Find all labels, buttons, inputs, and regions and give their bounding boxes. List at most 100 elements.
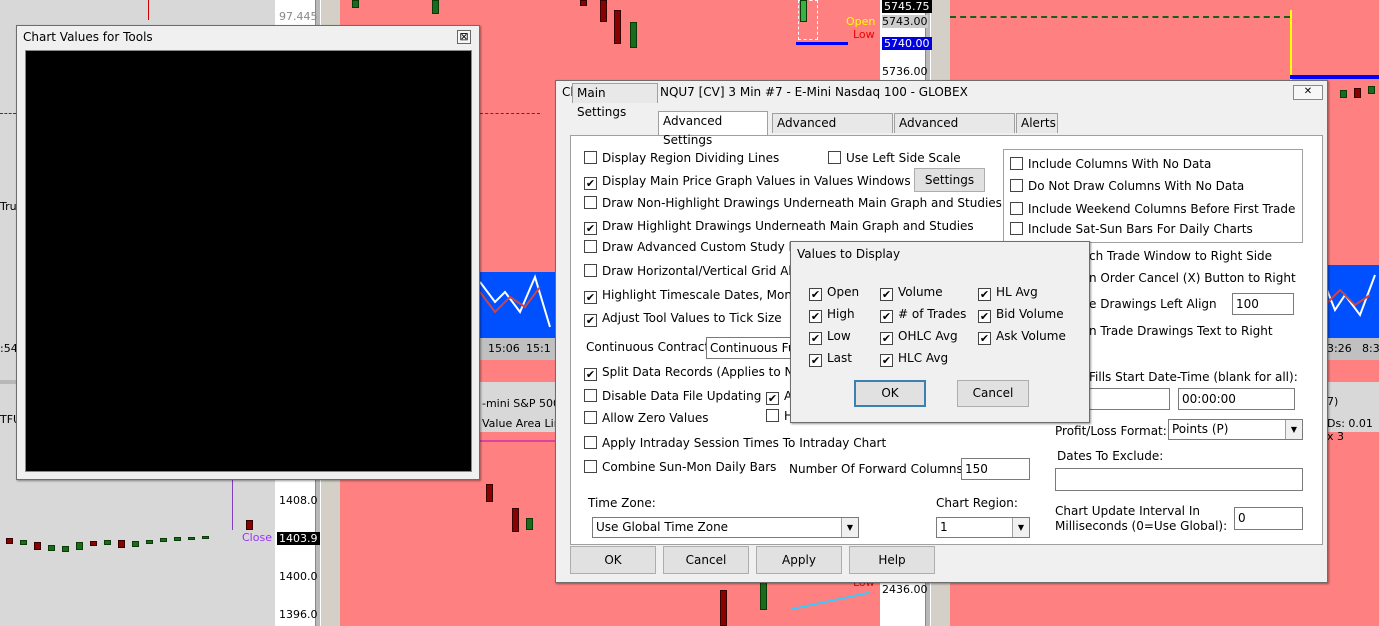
check-icon[interactable]: ✔ bbox=[880, 354, 893, 367]
value-num-trades-checkbox[interactable]: ✔ # of Trades bbox=[880, 306, 966, 323]
allow-zero-values-checkbox[interactable]: Allow Zero Values bbox=[584, 410, 708, 426]
display-main-price-graph-values-checkbox[interactable]: ✔ Display Main Price Graph Values in Valu… bbox=[584, 173, 911, 190]
draw-non-highlight-checkbox[interactable]: Draw Non-Highlight Drawings Underneath M… bbox=[584, 195, 1002, 211]
apply-intraday-session-checkbox[interactable]: Apply Intraday Session Times To Intraday… bbox=[584, 435, 886, 451]
candle bbox=[1354, 88, 1361, 98]
chevron-down-icon[interactable]: ▼ bbox=[841, 518, 858, 537]
checkbox-box[interactable] bbox=[584, 264, 597, 277]
draw-advanced-custom-checkbox[interactable]: Draw Advanced Custom Study Draw bbox=[584, 239, 820, 255]
value-volume-checkbox[interactable]: ✔ Volume bbox=[880, 284, 943, 301]
check-icon[interactable]: ✔ bbox=[978, 310, 991, 323]
check-icon[interactable]: ✔ bbox=[584, 291, 597, 304]
value-low-checkbox[interactable]: ✔ Low bbox=[809, 328, 851, 345]
check-icon[interactable]: ✔ bbox=[809, 354, 822, 367]
include-weekend-columns-checkbox[interactable]: Include Weekend Columns Before First Tra… bbox=[1010, 201, 1295, 217]
ok-button[interactable]: OK bbox=[570, 546, 656, 574]
check-icon[interactable]: ✔ bbox=[809, 332, 822, 345]
chart-values-window[interactable]: Chart Values for Tools ⊠ bbox=[16, 25, 480, 480]
check-icon[interactable]: ✔ bbox=[584, 314, 597, 327]
checkbox-box[interactable] bbox=[584, 240, 597, 253]
check-icon[interactable]: ✔ bbox=[766, 392, 779, 405]
candle bbox=[48, 545, 55, 551]
include-sat-sun-checkbox[interactable]: Include Sat-Sun Bars For Daily Charts bbox=[1010, 221, 1253, 237]
checkbox-box[interactable] bbox=[584, 389, 597, 402]
time-zone-label: Time Zone: bbox=[588, 496, 656, 510]
value-bid-volume-checkbox[interactable]: ✔ Bid Volume bbox=[978, 306, 1064, 323]
check-icon[interactable]: ✔ bbox=[880, 288, 893, 301]
check-icon[interactable]: ✔ bbox=[584, 222, 597, 235]
values-to-display-dialog[interactable]: Values to Display ✔ Open ✔ High ✔ Low ✔ Last… bbox=[790, 241, 1090, 423]
forward-columns-input[interactable]: 150 bbox=[961, 458, 1030, 480]
a-partial-checkbox[interactable]: ✔ A bbox=[766, 388, 792, 405]
profit-loss-select[interactable]: Points (P) ▼ bbox=[1168, 419, 1303, 440]
check-icon[interactable]: ✔ bbox=[978, 288, 991, 301]
combine-sun-mon-checkbox[interactable]: Combine Sun-Mon Daily Bars bbox=[584, 459, 776, 475]
checkbox-box[interactable] bbox=[584, 436, 597, 449]
adjust-tool-values-checkbox[interactable]: ✔ Adjust Tool Values to Tick Size bbox=[584, 310, 782, 327]
do-not-draw-columns-checkbox[interactable]: Do Not Draw Columns With No Data bbox=[1010, 178, 1244, 194]
tab-main-settings[interactable]: Main Settings bbox=[572, 83, 658, 119]
fills-start-time-input[interactable]: 00:00:00 bbox=[1178, 388, 1295, 410]
drawings-left-align-input[interactable]: 100 bbox=[1232, 293, 1294, 315]
update-interval-input[interactable]: 0 bbox=[1234, 507, 1303, 530]
check-icon[interactable]: ✔ bbox=[584, 177, 597, 190]
value-hlc-avg-checkbox[interactable]: ✔ HLC Avg bbox=[880, 350, 948, 367]
checkbox-box[interactable] bbox=[584, 151, 597, 164]
checkbox-box[interactable] bbox=[1010, 157, 1023, 170]
chart-values-title: Chart Values for Tools bbox=[23, 30, 153, 44]
check-icon[interactable]: ✔ bbox=[880, 310, 893, 323]
help-button[interactable]: Help bbox=[849, 546, 935, 574]
value-high-checkbox[interactable]: ✔ High bbox=[809, 306, 855, 323]
tab-advanced-settings-3[interactable]: Advanced Settings 3 bbox=[894, 113, 1015, 149]
checkbox-box[interactable] bbox=[766, 409, 779, 422]
checkbox-box[interactable] bbox=[828, 151, 841, 164]
values-cancel-button[interactable]: Cancel bbox=[957, 380, 1029, 407]
dates-to-exclude-input[interactable] bbox=[1055, 468, 1303, 491]
check-icon[interactable]: ✔ bbox=[809, 310, 822, 323]
value-open-checkbox[interactable]: ✔ Open bbox=[809, 284, 859, 301]
chart-values-titlebar[interactable]: Chart Values for Tools bbox=[17, 26, 479, 48]
check-icon[interactable]: ✔ bbox=[880, 332, 893, 345]
checkbox-box[interactable] bbox=[584, 460, 597, 473]
value-ask-volume-checkbox[interactable]: ✔ Ask Volume bbox=[978, 328, 1066, 345]
highlight-timescale-checkbox[interactable]: ✔ Highlight Timescale Dates, Months bbox=[584, 287, 811, 304]
fills-start-date-input[interactable] bbox=[1089, 388, 1170, 410]
draw-highlight-checkbox[interactable]: ✔ Draw Highlight Drawings Underneath Main… bbox=[584, 218, 974, 235]
use-left-side-scale-checkbox[interactable]: Use Left Side Scale bbox=[828, 150, 961, 166]
chevron-down-icon[interactable]: ▼ bbox=[1285, 420, 1302, 439]
checkbox-box[interactable] bbox=[1010, 222, 1023, 235]
value-hl-avg-checkbox[interactable]: ✔ HL Avg bbox=[978, 284, 1038, 301]
tab-alerts[interactable]: Alerts bbox=[1016, 113, 1058, 133]
chart-settings-titlebar[interactable]: Chart Settings - NQU7 [CV] 3 Min #7 - E-… bbox=[556, 81, 1327, 103]
tab-advanced-settings-2[interactable]: Advanced Settings 2 bbox=[772, 113, 893, 149]
h-partial-checkbox[interactable]: H bbox=[766, 408, 793, 424]
check-icon[interactable]: ✔ bbox=[978, 332, 991, 345]
continuous-contract-select[interactable]: Continuous Fu bbox=[706, 337, 796, 359]
value-last-checkbox[interactable]: ✔ Last bbox=[809, 350, 852, 367]
chevron-down-icon[interactable]: ▼ bbox=[1012, 518, 1029, 537]
settings-button[interactable]: Settings bbox=[914, 168, 985, 192]
checkbox-box[interactable] bbox=[1010, 179, 1023, 192]
disable-data-file-updating-checkbox[interactable]: Disable Data File Updating bbox=[584, 388, 761, 404]
tab-advanced-settings[interactable]: Advanced Settings bbox=[658, 111, 768, 147]
check-icon[interactable]: ✔ bbox=[809, 288, 822, 301]
close-icon[interactable]: ⊠ bbox=[457, 30, 471, 44]
value-ohlc-avg-checkbox[interactable]: ✔ OHLC Avg bbox=[880, 328, 958, 345]
checkbox-box[interactable] bbox=[1010, 202, 1023, 215]
split-data-records-checkbox[interactable]: ✔ Split Data Records (Applies to Num bbox=[584, 364, 813, 381]
values-to-display-titlebar[interactable]: Values to Display bbox=[791, 242, 1089, 266]
time-zone-select[interactable]: Use Global Time Zone ▼ bbox=[592, 517, 859, 538]
include-columns-no-data-checkbox[interactable]: Include Columns With No Data bbox=[1010, 156, 1211, 172]
apply-button[interactable]: Apply bbox=[756, 546, 842, 574]
candle bbox=[118, 540, 125, 548]
checkbox-box[interactable] bbox=[584, 196, 597, 209]
values-ok-button[interactable]: OK bbox=[854, 380, 926, 407]
draw-horizontal-vertical-checkbox[interactable]: Draw Horizontal/Vertical Grid Above bbox=[584, 263, 818, 279]
check-icon[interactable]: ✔ bbox=[584, 368, 597, 381]
chart-region-select[interactable]: 1 ▼ bbox=[936, 517, 1030, 538]
checkbox-box[interactable] bbox=[584, 411, 597, 424]
cancel-button[interactable]: Cancel bbox=[663, 546, 749, 574]
display-region-dividing-lines-checkbox[interactable]: Display Region Dividing Lines bbox=[584, 150, 779, 166]
close-icon[interactable]: ✕ bbox=[1293, 85, 1323, 100]
candle bbox=[160, 538, 167, 542]
